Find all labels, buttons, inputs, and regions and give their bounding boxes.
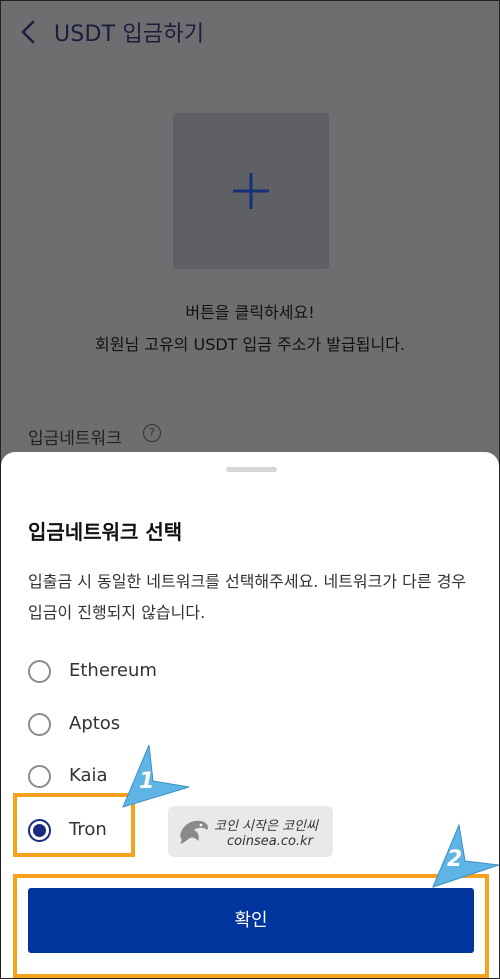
annotation-number-1: 1 (139, 769, 155, 794)
network-select-sheet: 입금네트워크 선택 입출금 시 동일한 네트워크를 선택해주세요. 네트워크가 … (1, 452, 499, 978)
annotation-number-2: 2 (447, 847, 463, 872)
generate-address-button[interactable] (173, 113, 329, 269)
header: USDT 입금하기 (1, 1, 499, 65)
option-label: Aptos (69, 713, 121, 734)
annotation-arrow-1 (122, 745, 190, 808)
sheet-title: 입금네트워크 선택 (28, 520, 183, 544)
annotation-arrow-2 (432, 823, 499, 888)
sheet-description: 입출금 시 동일한 네트워크를 선택해주세요. 네트워크가 다른 경우 입금이 … (28, 572, 467, 622)
help-icon[interactable]: ? (143, 424, 161, 442)
plus-icon (233, 173, 269, 209)
radio-button[interactable] (28, 765, 51, 788)
app-screen: USDT 입금하기 버튼을 클릭하세요! 회원님 고유의 USDT 입금 주소가… (0, 0, 500, 979)
hint-text-2: 회원님 고유의 USDT 입금 주소가 발급됩니다. (95, 335, 405, 354)
highlight-box-tron (13, 793, 135, 857)
watermark-line1: 코인 시작은 코인씨 (214, 819, 318, 834)
radio-button[interactable] (28, 713, 51, 736)
radio-button[interactable] (28, 660, 51, 683)
watermark: 코인 시작은 코인씨 coinsea.co.kr (168, 806, 333, 857)
network-label: 입금네트워크 (28, 429, 122, 449)
hint-text-1: 버튼을 클릭하세요! (185, 303, 315, 322)
dolphin-icon (180, 820, 208, 844)
back-arrow-icon[interactable] (17, 17, 43, 47)
watermark-line2: coinsea.co.kr (227, 834, 313, 849)
confirm-button[interactable]: 확인 (28, 888, 474, 953)
option-label: Ethereum (69, 660, 157, 681)
page-title: USDT 입금하기 (54, 22, 205, 47)
sheet-handle[interactable] (226, 467, 277, 472)
option-label: Kaia (69, 765, 108, 786)
